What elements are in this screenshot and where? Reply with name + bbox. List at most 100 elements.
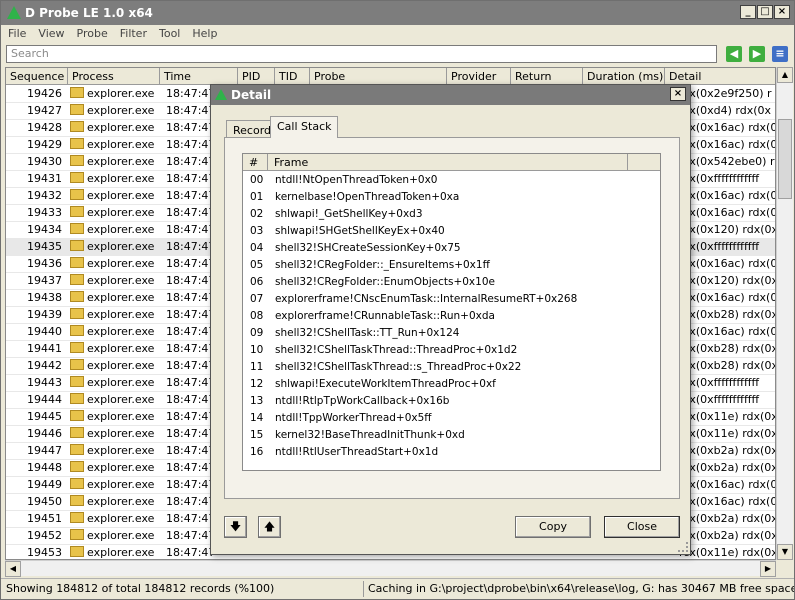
cell-process: explorer.exe (70, 444, 162, 457)
list-item[interactable]: 02 shlwapi!_GetShellKey+0xd3 (243, 206, 660, 223)
cell-process: explorer.exe (70, 104, 162, 117)
col-frame[interactable]: Frame (268, 154, 628, 171)
explorer-folder-icon (70, 138, 84, 149)
forward-arrow-icon[interactable]: ▶ (749, 46, 765, 62)
cell-process: explorer.exe (70, 393, 162, 406)
cell-sequence: 19429 (27, 138, 62, 151)
cell-process-name: explorer.exe (87, 291, 155, 304)
scroll-down-icon[interactable]: ▼ (777, 544, 793, 560)
scroll-thumb[interactable] (778, 119, 792, 199)
explorer-folder-icon (70, 274, 84, 285)
vertical-scrollbar[interactable]: ▲ ▼ (776, 67, 793, 560)
cell-process: explorer.exe (70, 308, 162, 321)
col-tid[interactable]: TID (275, 68, 310, 85)
list-item[interactable]: 00 ntdll!NtOpenThreadToken+0x0 (243, 172, 660, 189)
tab-call-stack[interactable]: Call Stack (270, 116, 339, 138)
cell-detail: rcx(0x16ac) rdx(0 (679, 495, 776, 508)
dialog-close-icon[interactable]: × (670, 87, 686, 101)
explorer-folder-icon (70, 461, 84, 472)
col-probe[interactable]: Probe (310, 68, 447, 85)
copy-button[interactable]: Copy (515, 516, 591, 538)
cell-process: explorer.exe (70, 342, 162, 355)
horizontal-scrollbar[interactable]: ◀ ▶ (5, 560, 776, 577)
explorer-folder-icon (70, 206, 84, 217)
resize-grip[interactable] (678, 542, 688, 552)
cell-sequence: 19432 (27, 189, 62, 202)
frame-number: 11 (250, 361, 264, 373)
col-process[interactable]: Process (68, 68, 160, 85)
cell-process-name: explorer.exe (87, 206, 155, 219)
cell-process: explorer.exe (70, 223, 162, 236)
close-window-button[interactable]: × (774, 5, 790, 19)
cell-sequence: 19448 (27, 461, 62, 474)
cell-process-name: explorer.exe (87, 189, 155, 202)
cell-process: explorer.exe (70, 410, 162, 423)
close-button[interactable]: Close (604, 516, 680, 538)
frame-text: kernelbase!OpenThreadToken+0xa (275, 191, 460, 203)
list-item[interactable]: 16 ntdll!RtlUserThreadStart+0x1d (243, 444, 660, 461)
col-sequence[interactable]: Sequence (6, 68, 68, 85)
list-item[interactable]: 09 shell32!CShellTask::TT_Run+0x124 (243, 325, 660, 342)
explorer-folder-icon (70, 308, 84, 319)
col-frame-number[interactable]: # (243, 154, 268, 171)
menu-tool[interactable]: Tool (152, 25, 185, 40)
list-item[interactable]: 15 kernel32!BaseThreadInitThunk+0xd (243, 427, 660, 444)
menu-view[interactable]: View (31, 25, 69, 40)
frame-number: 12 (250, 378, 264, 390)
status-cache: Caching in G:\project\dprobe\bin\x64\rel… (368, 582, 795, 595)
minimize-button[interactable]: _ (740, 5, 756, 19)
cell-sequence: 19426 (27, 87, 62, 100)
move-down-button[interactable]: 🡇 (224, 516, 247, 538)
frame-text: kernel32!BaseThreadInitThunk+0xd (275, 429, 465, 441)
maximize-button[interactable]: □ (757, 5, 773, 19)
cell-process-name: explorer.exe (87, 240, 155, 253)
menu-filter[interactable]: Filter (113, 25, 152, 40)
move-up-button[interactable]: 🡅 (258, 516, 281, 538)
list-item[interactable]: 03 shlwapi!SHGetShellKeyEx+0x40 (243, 223, 660, 240)
dialog-title: Detail (231, 88, 272, 102)
list-item[interactable]: 10 shell32!CShellTaskThread::ThreadProc+0… (243, 342, 660, 359)
col-detail[interactable]: Detail (665, 68, 775, 85)
cell-detail: rcx(0xb28) rdx(0x (679, 308, 776, 321)
cell-detail: rcx(0xffffffffffff (679, 172, 760, 185)
list-item[interactable]: 12 shlwapi!ExecuteWorkItemThreadProc+0xf (243, 376, 660, 393)
explorer-folder-icon (70, 87, 84, 98)
find-icon[interactable]: ≡ (772, 46, 788, 62)
menu-help[interactable]: Help (185, 25, 222, 40)
list-item[interactable]: 04 shell32!SHCreateSessionKey+0x75 (243, 240, 660, 257)
col-return[interactable]: Return (511, 68, 583, 85)
cell-sequence: 19433 (27, 206, 62, 219)
explorer-folder-icon (70, 291, 84, 302)
list-item[interactable]: 08 explorerframe!CRunnableTask::Run+0xda (243, 308, 660, 325)
col-time[interactable]: Time (160, 68, 238, 85)
cell-detail: rcx(0x16ac) rdx(0 (679, 189, 776, 202)
list-item[interactable]: 13 ntdll!RtlpTpWorkCallback+0x16b (243, 393, 660, 410)
col-duration[interactable]: Duration (ms) (583, 68, 665, 85)
scroll-up-icon[interactable]: ▲ (777, 67, 793, 83)
list-item[interactable]: 14 ntdll!TppWorkerThread+0x5ff (243, 410, 660, 427)
call-stack-rows: 00 ntdll!NtOpenThreadToken+0x0 01 kernelbas… (243, 172, 660, 461)
frame-text: shell32!CRegFolder::EnumObjects+0x10e (275, 276, 495, 288)
cell-process-name: explorer.exe (87, 223, 155, 236)
call-stack-list[interactable]: # Frame 00 ntdll!NtOpenThreadToken+0x0 01 k… (242, 153, 661, 471)
list-item[interactable]: 07 explorerframe!CNscEnumTask::InternalRe… (243, 291, 660, 308)
list-item[interactable]: 05 shell32!CRegFolder::_EnsureItems+0x1ff (243, 257, 660, 274)
cell-process: explorer.exe (70, 512, 162, 525)
list-item[interactable]: 01 kernelbase!OpenThreadToken+0xa (243, 189, 660, 206)
back-arrow-icon[interactable]: ◀ (726, 46, 742, 62)
frame-text: shell32!CShellTask::TT_Run+0x124 (275, 327, 460, 339)
menu-probe[interactable]: Probe (70, 25, 113, 40)
cell-process: explorer.exe (70, 461, 162, 474)
cell-sequence: 19431 (27, 172, 62, 185)
menu-file[interactable]: File (1, 25, 31, 40)
col-provider[interactable]: Provider (447, 68, 511, 85)
list-item[interactable]: 11 shell32!CShellTaskThread::s_ThreadProc… (243, 359, 660, 376)
search-input[interactable]: Search (6, 45, 717, 63)
col-pid[interactable]: PID (238, 68, 275, 85)
frame-text: shell32!CShellTaskThread::ThreadProc+0x1… (275, 344, 518, 356)
list-item[interactable]: 06 shell32!CRegFolder::EnumObjects+0x10e (243, 274, 660, 291)
scroll-left-icon[interactable]: ◀ (5, 561, 21, 577)
cell-detail: rcx(0x120) rdx(0x (679, 223, 776, 236)
scroll-right-icon[interactable]: ▶ (760, 561, 776, 577)
frame-text: shell32!CRegFolder::_EnsureItems+0x1ff (275, 259, 490, 271)
